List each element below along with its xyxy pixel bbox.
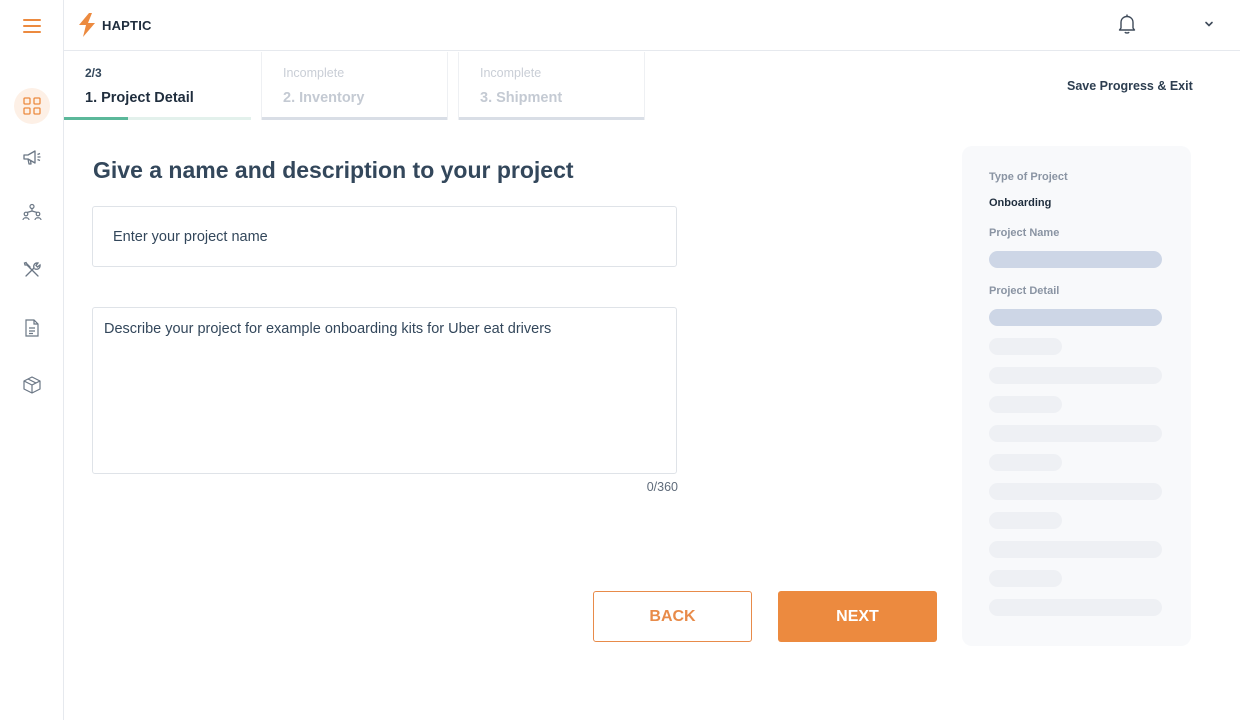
summary-skeleton-line <box>989 512 1062 529</box>
summary-type-label: Type of Project <box>989 171 1068 183</box>
hamburger-icon <box>23 19 41 33</box>
summary-skeleton-line <box>989 425 1162 442</box>
summary-skeleton-line <box>989 396 1062 413</box>
step-project-detail[interactable]: 2/3 1. Project Detail <box>64 52 251 120</box>
sidebar-item-documents[interactable] <box>14 310 50 346</box>
summary-name-placeholder <box>989 251 1162 268</box>
account-menu-button[interactable] <box>1202 17 1218 33</box>
bell-icon <box>1118 14 1136 34</box>
sidebar <box>0 0 64 720</box>
box-icon <box>23 376 41 394</box>
sidebar-item-inventory[interactable] <box>14 367 50 403</box>
summary-skeleton-line <box>989 570 1062 587</box>
next-button[interactable]: NEXT <box>778 591 937 642</box>
step-progress-track <box>262 117 447 120</box>
summary-detail-placeholder <box>989 309 1162 326</box>
sidebar-item-dashboard[interactable] <box>14 88 50 124</box>
step-title: 3. Shipment <box>480 90 563 106</box>
brand[interactable]: HAPTIC <box>76 12 152 38</box>
notifications-button[interactable] <box>1116 13 1140 37</box>
tools-icon <box>23 261 41 277</box>
back-button[interactable]: BACK <box>593 591 752 642</box>
sidebar-item-tools[interactable] <box>14 252 50 288</box>
summary-name-label: Project Name <box>989 227 1060 239</box>
summary-skeleton-line <box>989 454 1062 471</box>
summary-skeleton-line <box>989 367 1162 384</box>
menu-button[interactable] <box>14 8 50 44</box>
summary-skeleton-line <box>989 338 1062 355</box>
summary-skeleton-line <box>989 483 1162 500</box>
sidebar-item-campaigns[interactable] <box>14 139 50 175</box>
step-status: 2/3 <box>85 66 102 80</box>
summary-skeleton-line <box>989 599 1162 616</box>
project-description-input[interactable] <box>92 307 677 474</box>
document-icon <box>25 319 39 337</box>
lightning-logo-icon <box>79 13 95 37</box>
character-counter: 0/360 <box>646 480 678 494</box>
top-bar: HAPTIC <box>64 0 1240 51</box>
project-summary-panel: Type of Project Onboarding Project Name … <box>962 146 1191 646</box>
step-progress-track <box>459 117 644 120</box>
people-network-icon <box>22 203 42 221</box>
step-inventory[interactable]: Incomplete 2. Inventory <box>261 52 448 120</box>
sidebar-item-recipients[interactable] <box>14 194 50 230</box>
step-status: Incomplete <box>283 66 345 80</box>
megaphone-icon <box>23 150 41 165</box>
chevron-down-icon <box>1205 21 1213 27</box>
save-progress-exit-link[interactable]: Save Progress & Exit <box>1067 79 1193 93</box>
step-title: 2. Inventory <box>283 90 365 106</box>
summary-type-value: Onboarding <box>989 197 1052 209</box>
step-status: Incomplete <box>480 66 542 80</box>
step-title: 1. Project Detail <box>85 90 194 106</box>
page-title: Give a name and description to your proj… <box>93 157 574 183</box>
project-name-input[interactable] <box>92 206 677 267</box>
step-progress-fill <box>64 117 128 120</box>
grid-icon <box>23 97 41 115</box>
summary-skeleton-line <box>989 541 1162 558</box>
summary-detail-label: Project Detail <box>989 285 1060 297</box>
brand-name: HAPTIC <box>102 17 152 33</box>
step-shipment[interactable]: Incomplete 3. Shipment <box>458 52 645 120</box>
